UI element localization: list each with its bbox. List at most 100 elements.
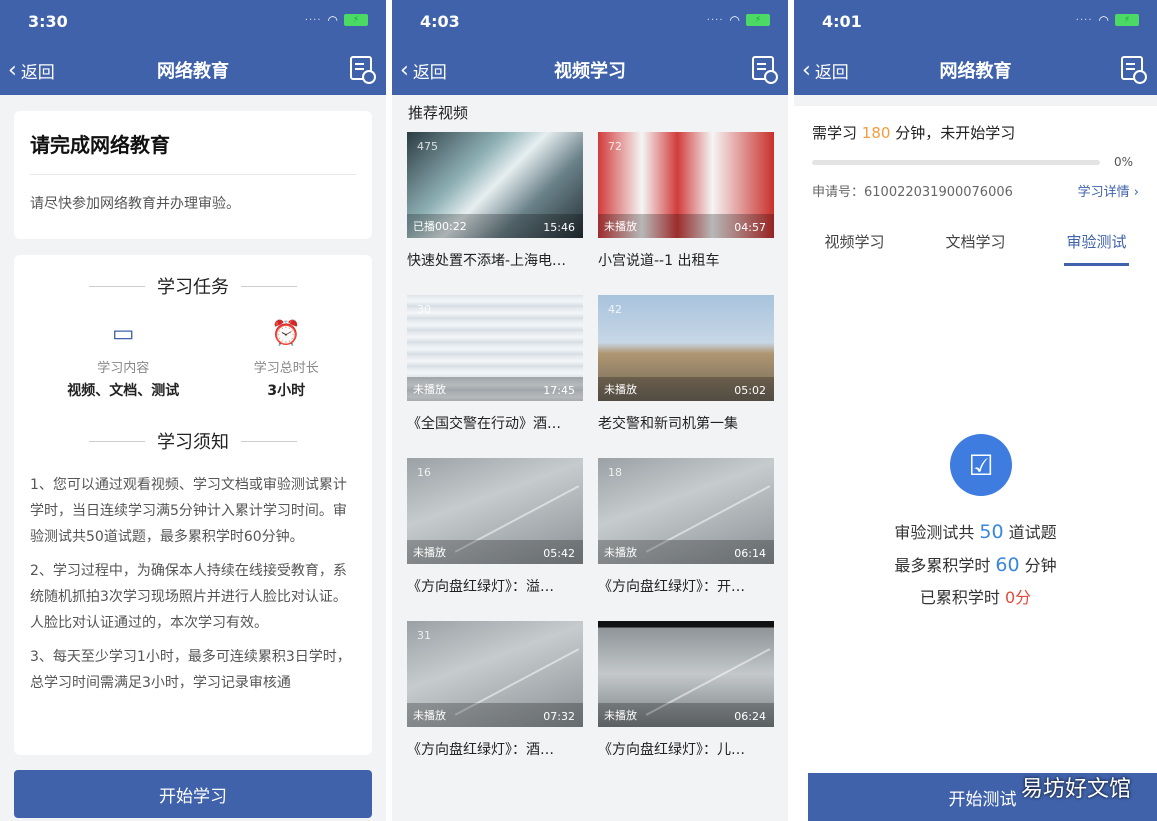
play-state: 未播放 bbox=[413, 383, 446, 396]
stat-content-value: 视频、文档、测试 bbox=[67, 383, 180, 399]
play-state: 未播放 bbox=[413, 709, 446, 722]
status-time: 4:01 bbox=[822, 12, 862, 31]
video-thumbnail[interactable]: 未播放 06:24 bbox=[598, 621, 774, 727]
study-detail-link[interactable]: 学习详情 › bbox=[1078, 181, 1139, 200]
nav-bar: ‹ 返回 网络教育 bbox=[0, 54, 386, 86]
duration: 04:57 bbox=[734, 221, 766, 234]
status-time: 4:03 bbox=[420, 12, 460, 31]
battery-icon: ⚡ bbox=[746, 14, 770, 26]
battery-icon: ⚡ bbox=[1115, 14, 1139, 26]
video-title[interactable]: 《全国交警在行动》酒… bbox=[407, 413, 583, 433]
section-notice-title: 学习须知 bbox=[157, 432, 229, 453]
status-icons: ···· ◠ ⚡ bbox=[305, 13, 368, 27]
test-question-count: 审验测试共 50 道试题 bbox=[794, 516, 1157, 549]
chevron-left-icon: ‹ bbox=[400, 57, 409, 83]
task-stats: ▭ 学习内容 视频、文档、测试 ⏰ 学习总时长 3小时 bbox=[30, 317, 356, 400]
play-state: 未播放 bbox=[604, 220, 637, 233]
video-card[interactable]: 31 未播放 07:32 《方向盘红绿灯》：酒… bbox=[407, 621, 583, 784]
signal-icon: ···· bbox=[1075, 14, 1093, 26]
video-title[interactable]: 《方向盘红绿灯》：酒… bbox=[407, 739, 583, 759]
nav-bar: ‹ 返回 网络教育 bbox=[794, 54, 1157, 86]
video-card[interactable]: 30 未播放 17:45 《全国交警在行动》酒… bbox=[407, 295, 583, 458]
line1-suffix: 道试题 bbox=[1003, 523, 1057, 542]
stat-content-label: 学习内容 bbox=[97, 361, 150, 376]
document-clock-icon[interactable] bbox=[752, 56, 778, 84]
line3-prefix: 已累积学时 bbox=[919, 588, 1005, 607]
video-card[interactable]: 18 未播放 06:14 《方向盘红绿灯》：开… bbox=[598, 458, 774, 621]
battery-icon: ⚡ bbox=[344, 14, 368, 26]
status-time: 3:30 bbox=[28, 12, 68, 31]
video-thumbnail[interactable]: 30 未播放 17:45 bbox=[407, 295, 583, 401]
max-minutes: 60 bbox=[995, 554, 1020, 576]
video-thumbnail[interactable]: 31 未播放 07:32 bbox=[407, 621, 583, 727]
video-title[interactable]: 小宫说道--1 出租车 bbox=[598, 250, 774, 270]
header-bar: 4:01 ···· ◠ ⚡ ‹ 返回 网络教育 bbox=[794, 0, 1157, 95]
video-title[interactable]: 《方向盘红绿灯》：开… bbox=[598, 576, 774, 596]
document-clock-icon[interactable] bbox=[350, 56, 376, 84]
study-tabs: 视频学习 文档学习 审验测试 bbox=[794, 216, 1157, 272]
back-button[interactable]: ‹ 返回 bbox=[400, 58, 447, 83]
accumulated-value: 0分 bbox=[1004, 588, 1032, 607]
need-prefix: 需学习 bbox=[812, 124, 862, 142]
video-thumbnail[interactable]: 72 未播放 04:57 bbox=[598, 132, 774, 238]
tab-review-test[interactable]: 审验测试 bbox=[1064, 231, 1129, 266]
play-state: 已播00:22 bbox=[413, 220, 467, 233]
back-button[interactable]: ‹ 返回 bbox=[802, 58, 849, 83]
test-accumulated: 已累积学时 0分 bbox=[794, 582, 1157, 614]
video-title[interactable]: 《方向盘红绿灯》：溢… bbox=[407, 576, 583, 596]
video-thumbnail[interactable]: 475 已播00:22 15:46 bbox=[407, 132, 583, 238]
play-count: 475 bbox=[417, 140, 438, 153]
duration: 07:32 bbox=[543, 710, 575, 723]
start-study-button[interactable]: 开始学习 bbox=[14, 770, 372, 818]
play-count: 42 bbox=[608, 303, 622, 316]
play-count: 72 bbox=[608, 140, 622, 153]
play-state: 未播放 bbox=[604, 709, 637, 722]
wifi-icon: ◠ bbox=[327, 13, 338, 27]
card-title: 请完成网络教育 bbox=[30, 129, 356, 175]
notice-item-2: 2、学习过程中，为确保本人持续在线接受教育，系统随机抓拍3次学习现场照片并进行人… bbox=[30, 563, 347, 631]
required-study-text: 需学习 180 分钟，未开始学习 bbox=[812, 122, 1139, 143]
line1-prefix: 审验测试共 bbox=[894, 523, 980, 542]
page-title: 网络教育 bbox=[157, 61, 229, 82]
video-title[interactable]: 快速处置不添堵-上海电… bbox=[407, 250, 583, 270]
section-task-title: 学习任务 bbox=[157, 277, 229, 298]
video-card[interactable]: 475 已播00:22 15:46 快速处置不添堵-上海电… bbox=[407, 132, 583, 295]
tab-document-study[interactable]: 文档学习 bbox=[945, 231, 1005, 258]
study-progress-card: 需学习 180 分钟，未开始学习 0% 申请号：6100220319000760… bbox=[794, 106, 1157, 216]
video-card[interactable]: 42 未播放 05:02 老交警和新司机第一集 bbox=[598, 295, 774, 458]
notice-list: 1、您可以通过观看视频、学习文档或审验测试累计学时，当日连续学习满5分钟计入累计… bbox=[30, 472, 356, 696]
header-bar: 3:30 ···· ◠ ⚡ ‹ 返回 网络教育 bbox=[0, 0, 386, 95]
task-card: 学习任务 ▭ 学习内容 视频、文档、测试 ⏰ 学习总时长 3小时 学习须知 1、… bbox=[14, 255, 372, 755]
header-bar: 4:03 ···· ◠ ⚡ ‹ 返回 视频学习 bbox=[392, 0, 788, 95]
video-card[interactable]: 16 未播放 05:42 《方向盘红绿灯》：溢… bbox=[407, 458, 583, 621]
notice-item-1: 1、您可以通过观看视频、学习文档或审验测试累计学时，当日连续学习满5分钟计入累计… bbox=[30, 477, 347, 545]
back-label: 返回 bbox=[814, 63, 849, 83]
video-card[interactable]: 72 未播放 04:57 小宫说道--1 出租车 bbox=[598, 132, 774, 295]
tab-video-study[interactable]: 视频学习 bbox=[824, 231, 884, 258]
test-summary: 审验测试共 50 道试题 最多累积学时 60 分钟 已累积学时 0分 bbox=[794, 516, 1157, 614]
video-thumbnail[interactable]: 16 未播放 05:42 bbox=[407, 458, 583, 564]
wifi-icon: ◠ bbox=[729, 13, 740, 27]
progress-bar bbox=[812, 159, 1100, 165]
video-title[interactable]: 《方向盘红绿灯》：儿… bbox=[598, 739, 774, 759]
duration: 15:46 bbox=[543, 221, 575, 234]
video-thumbnail[interactable]: 42 未播放 05:02 bbox=[598, 295, 774, 401]
nav-bar: ‹ 返回 视频学习 bbox=[392, 54, 788, 86]
video-card[interactable]: 未播放 06:24 《方向盘红绿灯》：儿… bbox=[598, 621, 774, 784]
divider bbox=[241, 285, 297, 287]
test-info-panel: ☑ 审验测试共 50 道试题 最多累积学时 60 分钟 已累积学时 0分 开始测… bbox=[794, 272, 1157, 821]
progress-percent: 0% bbox=[1114, 155, 1134, 169]
phone-video-study: 4:03 ···· ◠ ⚡ ‹ 返回 视频学习 推荐视频 475 已播00:22… bbox=[392, 0, 788, 821]
phone-review-test: 4:01 ···· ◠ ⚡ ‹ 返回 网络教育 需学习 180 分钟，未开始学习 bbox=[794, 0, 1157, 821]
duration: 05:42 bbox=[543, 547, 575, 560]
video-title[interactable]: 老交警和新司机第一集 bbox=[598, 413, 774, 433]
back-button[interactable]: ‹ 返回 bbox=[8, 58, 55, 83]
clipboard-checklist-icon: ☑ bbox=[950, 434, 1012, 496]
video-thumbnail[interactable]: 18 未播放 06:14 bbox=[598, 458, 774, 564]
play-state: 未播放 bbox=[604, 383, 637, 396]
duration: 05:02 bbox=[734, 384, 766, 397]
line2-suffix: 分钟 bbox=[1019, 556, 1057, 575]
need-minutes: 180 bbox=[861, 124, 891, 142]
notice-item-3: 3、每天至少学习1小时，最多可连续累积3日学时，总学习时间需满足3小时，学习记录… bbox=[30, 649, 351, 691]
document-clock-icon[interactable] bbox=[1121, 56, 1147, 84]
